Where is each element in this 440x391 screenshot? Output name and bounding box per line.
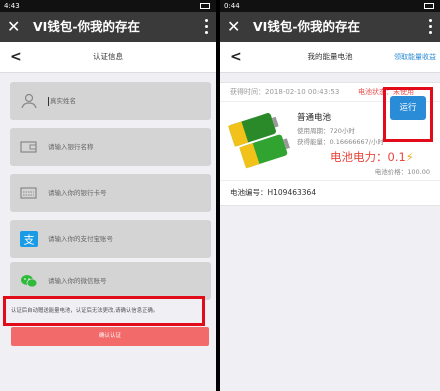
notice-text: 认证后自动赠送能量电池，认证后无法更改,请确认信息正确。 bbox=[11, 308, 159, 314]
app-titlebar: ✕ VI钱包-你我的存在 bbox=[220, 12, 440, 42]
wechat-field[interactable]: 请输入你的微信账号 bbox=[10, 262, 211, 300]
battery-image bbox=[228, 113, 290, 169]
svg-text:支: 支 bbox=[24, 234, 35, 247]
battery-status-icon bbox=[200, 3, 210, 9]
page-title: 认证信息 bbox=[93, 52, 123, 61]
app-title: VI钱包-你我的存在 bbox=[253, 19, 361, 34]
alipay-placeholder: 请输入你的支付宝账号 bbox=[48, 235, 113, 243]
person-icon bbox=[21, 93, 37, 109]
run-highlight: 运行 bbox=[383, 87, 433, 142]
bank-card-field[interactable]: 请输入你的银行卡号 bbox=[10, 174, 211, 212]
page-header: < 认证信息 bbox=[0, 42, 216, 73]
more-menu-icon[interactable] bbox=[429, 19, 433, 35]
app-titlebar: ✕ VI钱包-你我的存在 bbox=[0, 12, 216, 42]
left-screen: 4:43 ✕ VI钱包-你我的存在 < 认证信息 真实姓名 请输入银行名称 请输… bbox=[0, 0, 216, 391]
battery-code: 电池编号：H109463364 bbox=[230, 188, 317, 197]
status-bar: 0:44 bbox=[220, 0, 440, 12]
card-icon bbox=[20, 187, 37, 199]
battery-status-icon bbox=[424, 3, 434, 9]
battery-name: 普通电池 bbox=[297, 113, 332, 123]
bolt-icon: ⚡ bbox=[405, 150, 414, 164]
collect-earnings-link[interactable]: 领取能量收益 bbox=[394, 42, 436, 72]
battery-power: 电池电力：0.1⚡ bbox=[330, 150, 414, 164]
close-icon[interactable]: ✕ bbox=[227, 16, 240, 38]
bank-name-placeholder: 请输入银行名称 bbox=[48, 143, 94, 151]
page-header: < 我的能量电池 领取能量收益 bbox=[220, 42, 440, 73]
wechat-icon bbox=[21, 275, 38, 288]
right-screen: 0:44 ✕ VI钱包-你我的存在 < 我的能量电池 领取能量收益 获得时间：2… bbox=[220, 0, 440, 391]
power-value: 0.1 bbox=[387, 150, 406, 164]
wechat-placeholder: 请输入你的微信账号 bbox=[48, 277, 107, 285]
more-menu-icon[interactable] bbox=[205, 19, 209, 35]
bank-icon bbox=[20, 141, 37, 153]
status-bar: 4:43 bbox=[0, 0, 216, 12]
close-icon[interactable]: ✕ bbox=[7, 16, 20, 38]
notice-highlight: 认证后自动赠送能量电池，认证后无法更改,请确认信息正确。 bbox=[3, 296, 205, 326]
status-time: 0:44 bbox=[224, 2, 240, 10]
status-time: 4:43 bbox=[4, 2, 20, 10]
energy-rate: 获得能量：0.16666667/小时 bbox=[297, 138, 384, 146]
acquired-time: 获得时间：2018-02-10 00:43:53 bbox=[230, 88, 340, 96]
alipay-icon: 支 bbox=[20, 231, 38, 247]
name-field[interactable]: 真实姓名 bbox=[10, 82, 211, 120]
bank-card-placeholder: 请输入你的银行卡号 bbox=[48, 189, 107, 197]
app-title: VI钱包-你我的存在 bbox=[33, 19, 141, 34]
run-button[interactable]: 运行 bbox=[390, 96, 426, 120]
bank-name-field[interactable]: 请输入银行名称 bbox=[10, 128, 211, 166]
confirm-button[interactable]: 确认认证 bbox=[11, 327, 209, 346]
name-field-text: 真实姓名 bbox=[48, 96, 76, 106]
alipay-field[interactable]: 支 请输入你的支付宝账号 bbox=[10, 220, 211, 258]
battery-price: 电池价格：100.00 bbox=[374, 168, 430, 176]
usage-period: 使用周期：720小时 bbox=[297, 127, 355, 135]
